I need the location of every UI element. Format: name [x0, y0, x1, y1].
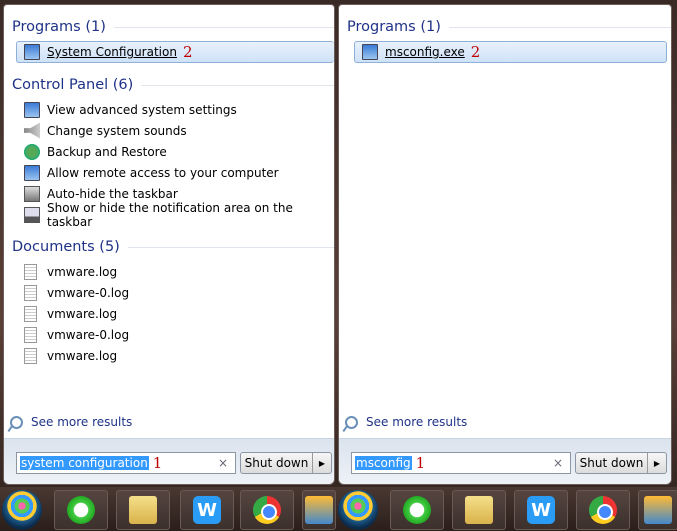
annotation-1: 1: [415, 454, 426, 472]
see-more-label: See more results: [31, 415, 133, 429]
taskbar-ie[interactable]: [390, 490, 444, 530]
documents-header: Documents (5): [12, 237, 334, 257]
system-config-icon: [362, 44, 378, 60]
divider: [448, 26, 671, 28]
annotation-1: 1: [152, 454, 163, 472]
taskbar-vmware[interactable]: [638, 490, 677, 530]
speaker-icon: [24, 122, 40, 139]
taskbar-wps[interactable]: W: [514, 490, 568, 530]
annotation-2: 2: [182, 43, 193, 61]
document-icon: [24, 305, 37, 322]
see-more-results[interactable]: See more results: [345, 415, 467, 429]
item-label: vmware.log: [47, 306, 118, 321]
programs-header-text: Programs (1): [347, 19, 441, 35]
start-orb-icon[interactable]: [338, 490, 378, 530]
document-item[interactable]: vmware-0.log: [4, 282, 334, 303]
internet-explorer-icon: [67, 496, 95, 524]
shutdown-label[interactable]: Shut down: [241, 453, 313, 473]
item-label: Auto-hide the taskbar: [47, 186, 178, 201]
item-label: vmware.log: [47, 348, 118, 363]
internet-explorer-icon: [403, 496, 431, 524]
cp-change-sounds[interactable]: Change system sounds: [4, 120, 334, 141]
document-icon: [24, 326, 37, 343]
shutdown-button[interactable]: Shut down ▶: [240, 452, 332, 474]
shutdown-label[interactable]: Shut down: [576, 453, 648, 473]
taskbar-icon: [24, 185, 40, 202]
system-config-icon: [24, 44, 40, 60]
item-label: vmware-0.log: [47, 327, 130, 342]
item-label: Backup and Restore: [47, 144, 167, 159]
search-value: system configuration: [20, 456, 149, 470]
item-label: Allow remote access to your computer: [47, 165, 279, 180]
document-item[interactable]: vmware.log: [4, 345, 334, 366]
search-bar-area: system configuration 1 × Shut down ▶: [4, 438, 334, 484]
divider: [141, 84, 334, 86]
monitor-icon: [24, 101, 40, 118]
cp-backup-restore[interactable]: Backup and Restore: [4, 141, 334, 162]
search-icon: [345, 415, 358, 429]
folder-icon: [465, 496, 493, 524]
monitor-icon: [24, 164, 40, 181]
programs-header: Programs (1): [12, 17, 334, 37]
document-item[interactable]: vmware.log: [4, 303, 334, 324]
chrome-icon: [589, 496, 617, 524]
program-msconfig[interactable]: msconfig.exe 2: [354, 41, 667, 63]
clear-icon[interactable]: ×: [553, 456, 563, 470]
chrome-icon: [253, 496, 281, 524]
taskbar-ie[interactable]: [54, 490, 108, 530]
annotation-2: 2: [470, 43, 481, 61]
search-input[interactable]: system configuration 1 ×: [16, 452, 236, 474]
document-item[interactable]: vmware-0.log: [4, 324, 334, 345]
taskbar-vmware[interactable]: [302, 490, 336, 530]
backup-icon: [24, 143, 40, 160]
taskbar-chrome[interactable]: [576, 490, 630, 530]
see-more-label: See more results: [366, 415, 468, 429]
search-icon: [10, 415, 23, 429]
taskbar-explorer[interactable]: [116, 490, 170, 530]
start-menu-left: Programs (1) System Configuration 2 Contr…: [3, 4, 335, 485]
wps-icon: W: [193, 496, 221, 524]
shutdown-arrow-icon[interactable]: ▶: [648, 453, 666, 473]
see-more-results[interactable]: See more results: [10, 415, 132, 429]
start-menu-right: Programs (1) msconfig.exe 2 See more resu…: [338, 4, 672, 485]
documents-header-text: Documents (5): [12, 239, 120, 255]
taskbar: W W: [0, 487, 677, 531]
item-label: vmware-0.log: [47, 285, 130, 300]
programs-header: Programs (1): [347, 17, 671, 37]
divider: [127, 246, 334, 248]
item-label: View advanced system settings: [47, 102, 237, 117]
clear-icon[interactable]: ×: [218, 456, 228, 470]
cp-remote-access[interactable]: Allow remote access to your computer: [4, 162, 334, 183]
search-value: msconfig: [355, 456, 412, 470]
programs-header-text: Programs (1): [12, 19, 106, 35]
cp-notification-area[interactable]: Show or hide the notification area on th…: [4, 201, 334, 229]
program-system-configuration[interactable]: System Configuration 2: [16, 41, 334, 63]
program-label: msconfig.exe: [385, 45, 465, 59]
item-label: Change system sounds: [47, 123, 187, 138]
divider: [113, 26, 334, 28]
program-label: System Configuration: [47, 45, 177, 59]
taskbar-explorer[interactable]: [452, 490, 506, 530]
document-icon: [24, 347, 37, 364]
laptop-icon: [24, 206, 40, 223]
shutdown-button[interactable]: Shut down ▶: [575, 452, 667, 474]
taskbar-chrome[interactable]: [240, 490, 294, 530]
shutdown-arrow-icon[interactable]: ▶: [313, 453, 331, 473]
taskbar-wps[interactable]: W: [180, 490, 234, 530]
cp-view-advanced-settings[interactable]: View advanced system settings: [4, 99, 334, 120]
item-label: Show or hide the notification area on th…: [47, 200, 293, 229]
folder-icon: [129, 496, 157, 524]
vmware-icon: [305, 496, 333, 524]
search-input[interactable]: msconfig 1 ×: [351, 452, 571, 474]
search-bar-area: msconfig 1 × Shut down ▶: [339, 438, 671, 484]
vmware-icon: [644, 496, 672, 524]
item-label: vmware.log: [47, 264, 118, 279]
wps-icon: W: [527, 496, 555, 524]
start-orb-icon[interactable]: [2, 490, 42, 530]
control-panel-header: Control Panel (6): [12, 75, 334, 95]
document-icon: [24, 284, 37, 301]
document-icon: [24, 263, 37, 280]
document-item[interactable]: vmware.log: [4, 261, 334, 282]
control-panel-header-text: Control Panel (6): [12, 77, 134, 93]
